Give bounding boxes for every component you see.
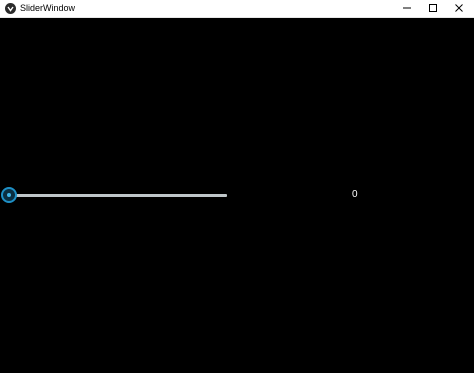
- slider-handle[interactable]: [1, 187, 17, 203]
- close-icon: [454, 0, 464, 18]
- slider[interactable]: [0, 186, 230, 206]
- minimize-icon: [402, 0, 412, 18]
- slider-track[interactable]: [9, 194, 227, 197]
- maximize-icon: [428, 0, 438, 18]
- slider-handle-dot: [7, 193, 11, 197]
- window-title: SliderWindow: [20, 3, 76, 13]
- close-button[interactable]: [444, 0, 474, 17]
- slider-window: SliderWindow 0: [0, 0, 474, 373]
- slider-value-label: 0: [352, 189, 358, 200]
- content-area: 0: [0, 18, 474, 373]
- app-icon: [5, 3, 16, 14]
- title-bar[interactable]: SliderWindow: [0, 0, 474, 18]
